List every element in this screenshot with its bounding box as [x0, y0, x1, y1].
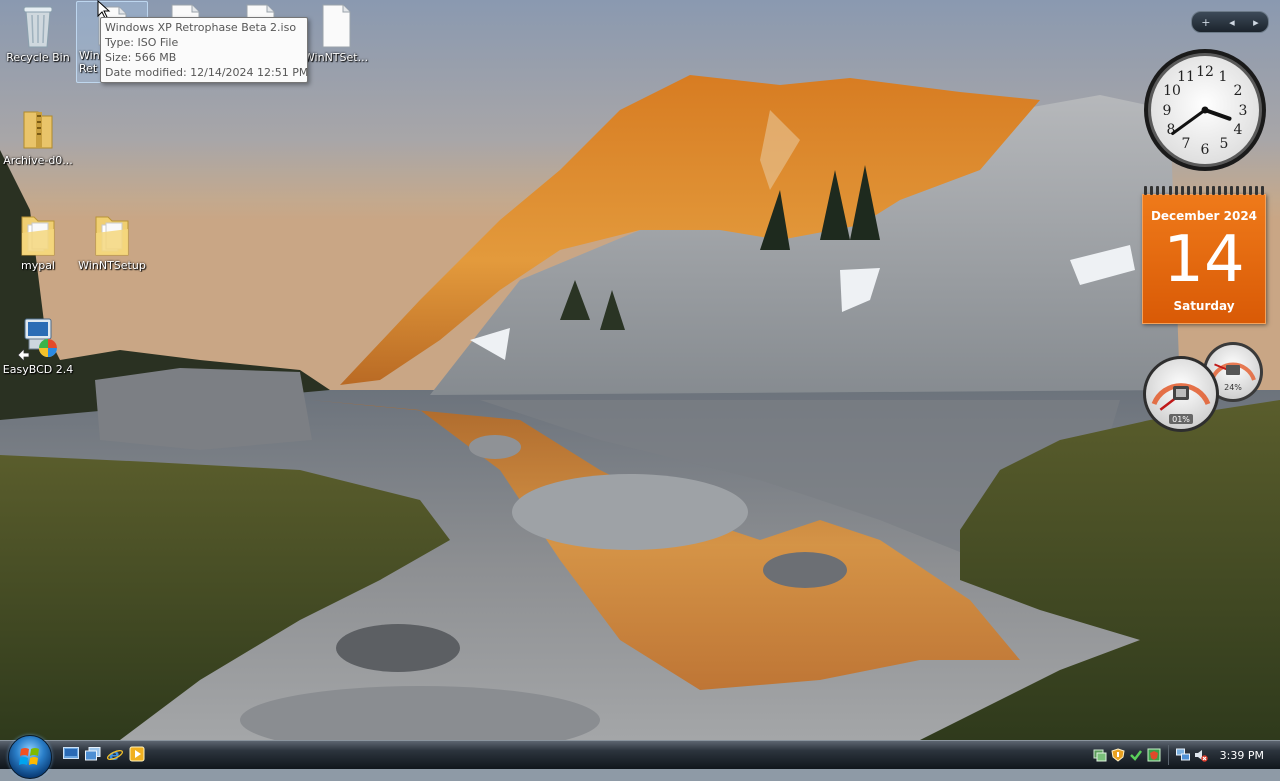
- system-clock[interactable]: 3:39 PM: [1220, 749, 1264, 762]
- clock-gadget[interactable]: 12 1 2 3 4 5 6 7 8 9 10 11: [1142, 47, 1268, 173]
- switch-windows-icon[interactable]: [84, 745, 102, 763]
- calendar-page: December 2024 14 Saturday: [1142, 194, 1266, 324]
- archive-folder-icon-item[interactable]: Archive-d0...: [0, 106, 76, 167]
- notification-area: 3:39 PM: [1093, 741, 1280, 769]
- svg-text:3: 3: [1239, 103, 1248, 119]
- calendar-gadget[interactable]: December 2024 14 Saturday: [1142, 186, 1266, 324]
- winntsetup-file-label: WinNTSet...: [303, 51, 369, 64]
- easybcd-label: EasyBCD 2.4: [2, 363, 74, 376]
- svg-text:9: 9: [1163, 103, 1172, 119]
- file-info-tooltip: Windows XP Retrophase Beta 2.iso Type: I…: [100, 17, 308, 83]
- zip-folder-icon: [23, 111, 53, 149]
- cpu-meter-gadget[interactable]: 24% 01%: [1140, 340, 1266, 436]
- winntsetup-file-icon-item[interactable]: WinNTSet...: [298, 3, 374, 64]
- calendar-month: December 2024: [1150, 209, 1258, 223]
- svg-text:2: 2: [1234, 83, 1243, 99]
- svg-text:8: 8: [1167, 122, 1176, 138]
- svg-text:10: 10: [1163, 83, 1181, 99]
- previous-gadget-page-button[interactable]: ◂: [1229, 16, 1235, 29]
- svg-text:5: 5: [1220, 136, 1229, 152]
- tooltip-file-size: Size: 566 MB: [105, 51, 177, 64]
- show-desktop-icon[interactable]: [62, 745, 80, 763]
- tooltip-date-modified: Date modified: 12/14/2024 12:51 PM: [105, 66, 309, 79]
- memory-usage-value: 24%: [1224, 383, 1242, 392]
- recycle-bin-icon-item[interactable]: Recycle Bin: [0, 3, 76, 64]
- defender-icon[interactable]: [1147, 748, 1161, 762]
- sidebar-gadget-toolbar: + ◂ ▸: [1191, 11, 1269, 33]
- next-gadget-page-button[interactable]: ▸: [1253, 16, 1259, 29]
- tooltip-file-type: Type: ISO File: [105, 36, 179, 49]
- windows-update-icon[interactable]: [1129, 748, 1143, 762]
- media-player-icon[interactable]: [128, 745, 146, 763]
- svg-text:1: 1: [1219, 69, 1228, 85]
- calendar-day: 14: [1163, 223, 1245, 297]
- quick-launch-bar: e: [62, 745, 146, 763]
- easybcd-shortcut-icon-item[interactable]: EasyBCD 2.4: [0, 315, 76, 376]
- calendar-binding: [1144, 186, 1264, 196]
- svg-text:4: 4: [1234, 122, 1243, 138]
- security-shield-icon[interactable]: [1111, 748, 1125, 762]
- tooltip-file-name: Windows XP Retrophase Beta 2.iso: [105, 21, 297, 34]
- svg-text:7: 7: [1182, 136, 1191, 152]
- volume-muted-icon[interactable]: [1194, 748, 1208, 762]
- desktop-wallpaper: [0, 0, 1280, 740]
- windows-logo-icon: [19, 748, 39, 765]
- folder-icon: [95, 216, 129, 256]
- cpu-usage-value: 01%: [1172, 415, 1190, 424]
- svg-text:12: 12: [1196, 64, 1214, 80]
- archive-folder-label: Archive-d0...: [3, 154, 73, 167]
- recycle-bin-label: Recycle Bin: [6, 51, 70, 64]
- network-icon[interactable]: [1175, 748, 1190, 762]
- document-icon: [322, 4, 351, 48]
- taskbar: e 3:39 PM: [0, 735, 1280, 779]
- recycle-bin-icon: [23, 6, 53, 48]
- network-status-icon[interactable]: [1093, 748, 1107, 762]
- svg-text:6: 6: [1201, 142, 1210, 158]
- tray-separator: [1167, 745, 1169, 765]
- add-gadget-button[interactable]: +: [1201, 16, 1210, 29]
- winntsetup-folder-label: WinNTSetup: [78, 259, 146, 272]
- folder-icon: [21, 216, 55, 256]
- calendar-weekday: Saturday: [1173, 299, 1235, 313]
- winntsetup-folder-icon-item[interactable]: WinNTSetup: [74, 211, 150, 272]
- svg-text:11: 11: [1177, 69, 1195, 85]
- start-button[interactable]: [8, 735, 52, 779]
- internet-explorer-icon[interactable]: e: [106, 745, 124, 763]
- mypal-folder-icon-item[interactable]: mypal: [0, 211, 76, 272]
- mypal-folder-label: mypal: [20, 259, 55, 272]
- easybcd-icon: [17, 318, 57, 361]
